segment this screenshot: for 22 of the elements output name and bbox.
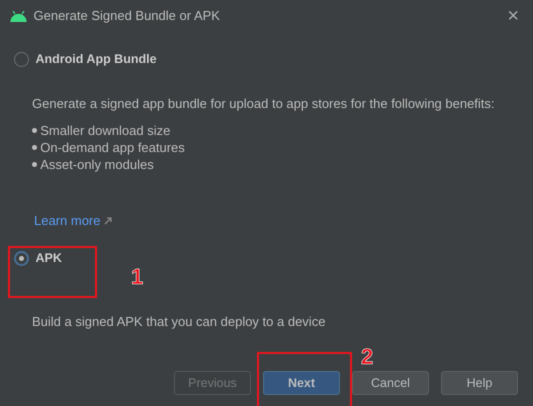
step-number: 1 — [131, 263, 144, 291]
benefit-text: Asset-only modules — [40, 156, 154, 174]
radio-button[interactable] — [14, 250, 29, 266]
description-text: Build a signed APK that you can deploy to a device — [32, 312, 326, 331]
bullet-icon — [32, 145, 37, 150]
android-logo-icon — [10, 10, 27, 22]
option-label[interactable]: Android App Bundle — [36, 50, 157, 69]
dialog-button[interactable]: Cancel — [352, 371, 429, 395]
window-title: Generate Signed Bundle or APK — [34, 7, 220, 26]
dialog-button[interactable]: Next — [263, 371, 340, 395]
dialog-button[interactable]: Help — [441, 371, 518, 395]
radio-button[interactable] — [14, 52, 29, 67]
option-label[interactable]: APK — [36, 248, 62, 268]
external-link-arrow-icon — [104, 217, 112, 225]
benefit-text: On-demand app features — [40, 139, 185, 156]
benefit-text: Smaller download size — [40, 122, 170, 140]
bullet-icon — [32, 162, 37, 168]
bullet-icon — [32, 128, 37, 134]
learn-more-link[interactable]: Learn more — [34, 211, 100, 231]
close-button[interactable]: × — [503, 6, 523, 26]
step-number: 2 — [361, 343, 374, 371]
description-text: Generate a signed app bundle for upload to app stores for the following benefits: — [32, 94, 496, 113]
